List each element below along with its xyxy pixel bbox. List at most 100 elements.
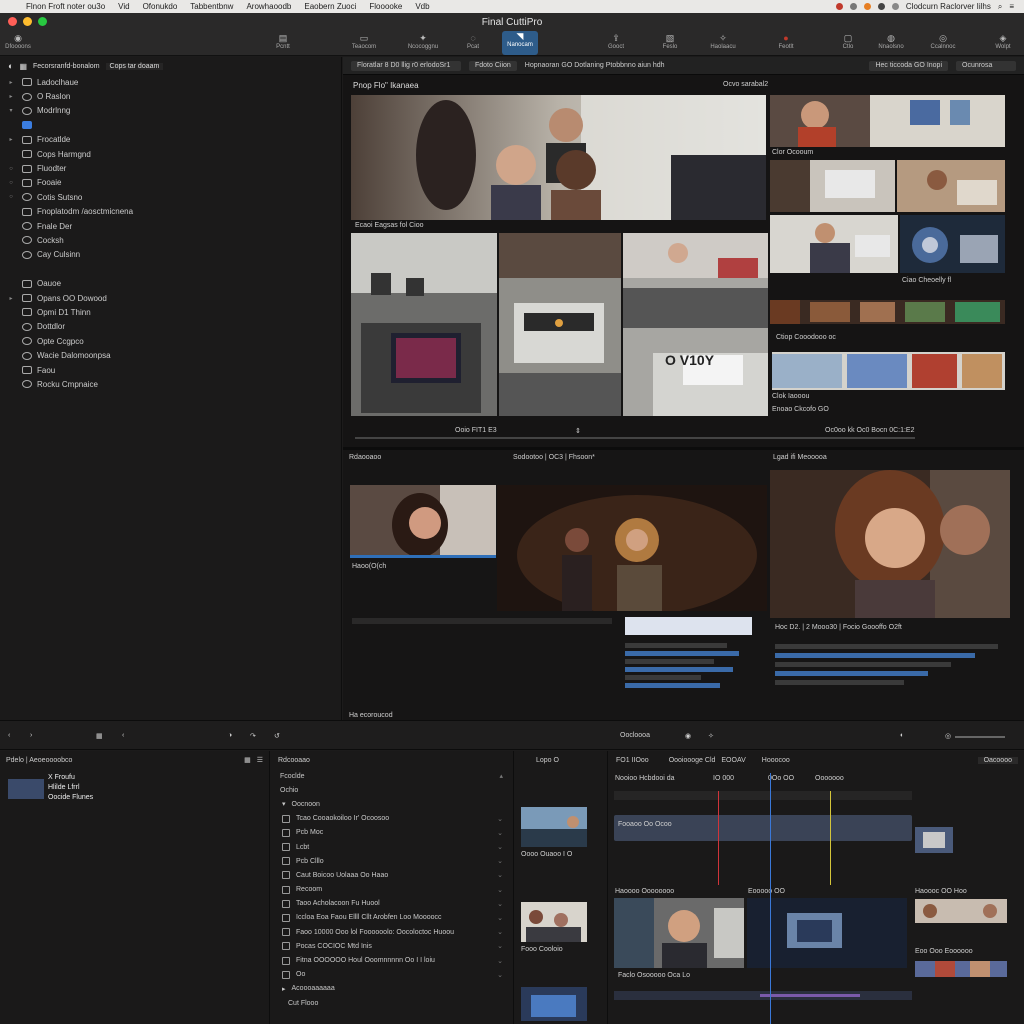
row-menu-icon[interactable]: ⌄ [497,829,503,837]
volume-slider[interactable] [955,736,1005,738]
toolbar-button-11[interactable]: ◍ Nnaolsno [873,33,909,50]
clip-couple[interactable] [770,470,1010,618]
thumb-right-3[interactable] [897,160,1005,212]
thumb-office[interactable] [351,233,497,416]
list-item[interactable]: Taoo Acholacoon Fu Huool ⌄ [272,897,513,911]
sidebar-item[interactable]: Dottdlor [0,320,341,334]
browser-right-field[interactable]: Ocunrosa [956,60,1016,71]
sidebar-item[interactable]: ▸ Ladoclhaue [0,75,341,89]
sidebar-item[interactable]: Cay Culsinn [0,248,341,262]
sidebar-item[interactable]: Cocksh [0,233,341,247]
toolbar-button-8[interactable]: ✧ Haolaacu [705,33,741,50]
list-footer2[interactable]: Cut Flooo [272,996,513,1010]
timeline-tab-1[interactable]: FO1 IIOoo [616,757,649,764]
menu-item-5[interactable]: Arowhaoodb [242,2,300,11]
menu-item-vid[interactable]: Vid [114,2,138,11]
row-menu-icon[interactable]: ⌄ [497,843,503,851]
list-item[interactable]: Lcbt ⌄ [272,840,513,854]
list-group[interactable]: Ochio [272,783,513,797]
disclosure-icon[interactable]: ▸ [0,93,22,100]
thumb-laptop[interactable] [499,233,621,416]
sidebar-item[interactable]: Opte Ccgpco [0,334,341,348]
thumb-workspace[interactable] [623,233,768,416]
record-status-icon[interactable] [835,3,843,10]
row-menu-icon[interactable]: ⌄ [497,942,503,950]
toolbar-button-10[interactable]: ▢ Ctlo [830,33,866,50]
toolbar-button-7[interactable]: ▧ Feslo [652,33,688,50]
playhead-yellow[interactable] [830,791,831,885]
disclosure-icon[interactable]: ○ [0,180,22,186]
playhead-red[interactable] [718,791,719,885]
toolbar-button-2[interactable]: ▭ Teaocom [346,33,382,50]
menu-item-4[interactable]: Tabbentbnw [186,2,242,11]
top-scrubber[interactable]: Ooio FIT1 E3 ⇕ Oc0oo kk Oc0 Bocn 0C:1:E2 [350,425,1018,439]
sidebar-item[interactable]: ▸ Opans OO Dowood [0,291,341,305]
timeline-search[interactable]: Oacoooo [977,756,1018,764]
disclosure-icon[interactable]: ○ [0,166,22,172]
sidebar-item[interactable]: ○ Cotis Sutsno [0,190,341,204]
row-menu-icon[interactable]: ⌄ [497,914,503,922]
list-footer[interactable]: ▸ Acoooaaaaaa [272,982,513,996]
side-thumb-3[interactable] [915,961,1007,977]
sidebar-item[interactable]: Fnoplatodm /aosctmicnena [0,205,341,219]
menu-item-app[interactable]: Flnon Froft noter ou3o [22,2,114,11]
toolbar-button-active[interactable]: ◥ Nanocam [502,31,538,55]
list-item[interactable]: Oo ⌄ [272,968,513,982]
playhead-blue[interactable] [770,773,771,1024]
inspector-grid-icon[interactable]: ▦ [244,756,251,764]
list-item[interactable]: Pcb Moc ⌄ [272,826,513,840]
disclosure-icon[interactable]: ▾ [0,107,22,114]
menu-item-6[interactable]: Eaobern Zuoci [300,2,365,11]
sidebar-item[interactable] [0,262,341,276]
menu-item-3[interactable]: Ofonukdo [139,2,187,11]
browser-filter-field[interactable]: Floratlar 8 D0 llig r0 erlodoSr1 [351,60,461,71]
sidebar-item[interactable] [0,118,341,132]
status-icon[interactable] [849,3,857,10]
timeline-tab-3[interactable]: EOOAV [721,757,745,764]
menu-item-7[interactable]: Flooooke [365,2,411,11]
control-center-icon[interactable]: ≡ [1009,2,1014,11]
thumb-right-2[interactable] [770,160,895,212]
row-menu-icon[interactable]: ⌄ [497,857,503,865]
transport-chevron-icon[interactable]: ‹ [122,732,124,739]
transport-spark-icon[interactable]: ✧ [708,732,714,740]
sidebar-item[interactable]: Oauoe [0,276,341,290]
timeline-tab-2[interactable]: Oooioooge Cld [669,757,716,764]
sidebar-item[interactable]: Cops Harmgnd [0,147,341,161]
inspector-list-icon[interactable]: ☰ [257,756,263,764]
sidebar-search-field[interactable]: Cops tar doaam [105,62,164,70]
clip-woman-smiling[interactable] [350,485,496,558]
toolbar-button-4[interactable]: ◌ Pcat [455,33,491,50]
row-menu-icon[interactable]: ⌄ [497,957,503,965]
sidebar-item[interactable]: ▸ Frocatlde [0,133,341,147]
disclosure-icon[interactable]: ○ [0,194,22,200]
media-thumb-2[interactable] [521,902,587,942]
row-menu-icon[interactable]: ⌄ [497,900,503,908]
timeline-clip-man[interactable] [614,898,744,968]
toolbar-button-12[interactable]: ◎ Ccalnnoc [925,33,961,50]
media-thumb-3[interactable] [521,987,587,1021]
scrubber-marker-icon[interactable]: ⇕ [575,427,581,435]
list-item[interactable]: Recoom ⌄ [272,883,513,897]
sidebar-item[interactable]: Faou [0,363,341,377]
row-menu-icon[interactable]: ⌄ [497,871,503,879]
media-thumb-1[interactable] [521,807,587,847]
sidebar-grid-icon[interactable]: ▦ [19,62,27,71]
timeline-clip-screen[interactable] [747,898,907,968]
toolbar-button-3[interactable]: ✦ Ncocoggnu [405,33,441,50]
user-status-icon[interactable] [877,3,885,10]
sidebar-item[interactable]: Wacie Dalomoonpsa [0,348,341,362]
transport-play-icon[interactable]: ◑ [228,732,232,739]
disclosure-icon[interactable]: ▸ [0,136,22,143]
disclosure-icon[interactable]: ▸ [0,295,22,302]
inspector-thumbnail[interactable] [8,779,44,799]
row-menu-icon[interactable]: ⌄ [497,928,503,936]
toolbar-button-1[interactable]: ▤ Pcntt [265,33,301,50]
transport-loop-icon[interactable]: ↺ [274,732,280,740]
toolbar-button-6[interactable]: ⇪ Gooct [598,33,634,50]
row-menu-icon[interactable]: ⌄ [497,886,503,894]
clip-singer[interactable] [497,485,767,611]
sidebar-toggle-icon[interactable]: ◐ [8,61,13,71]
sidebar-item[interactable]: ○ Fluodter [0,161,341,175]
thumb-right-5[interactable] [900,215,1005,273]
